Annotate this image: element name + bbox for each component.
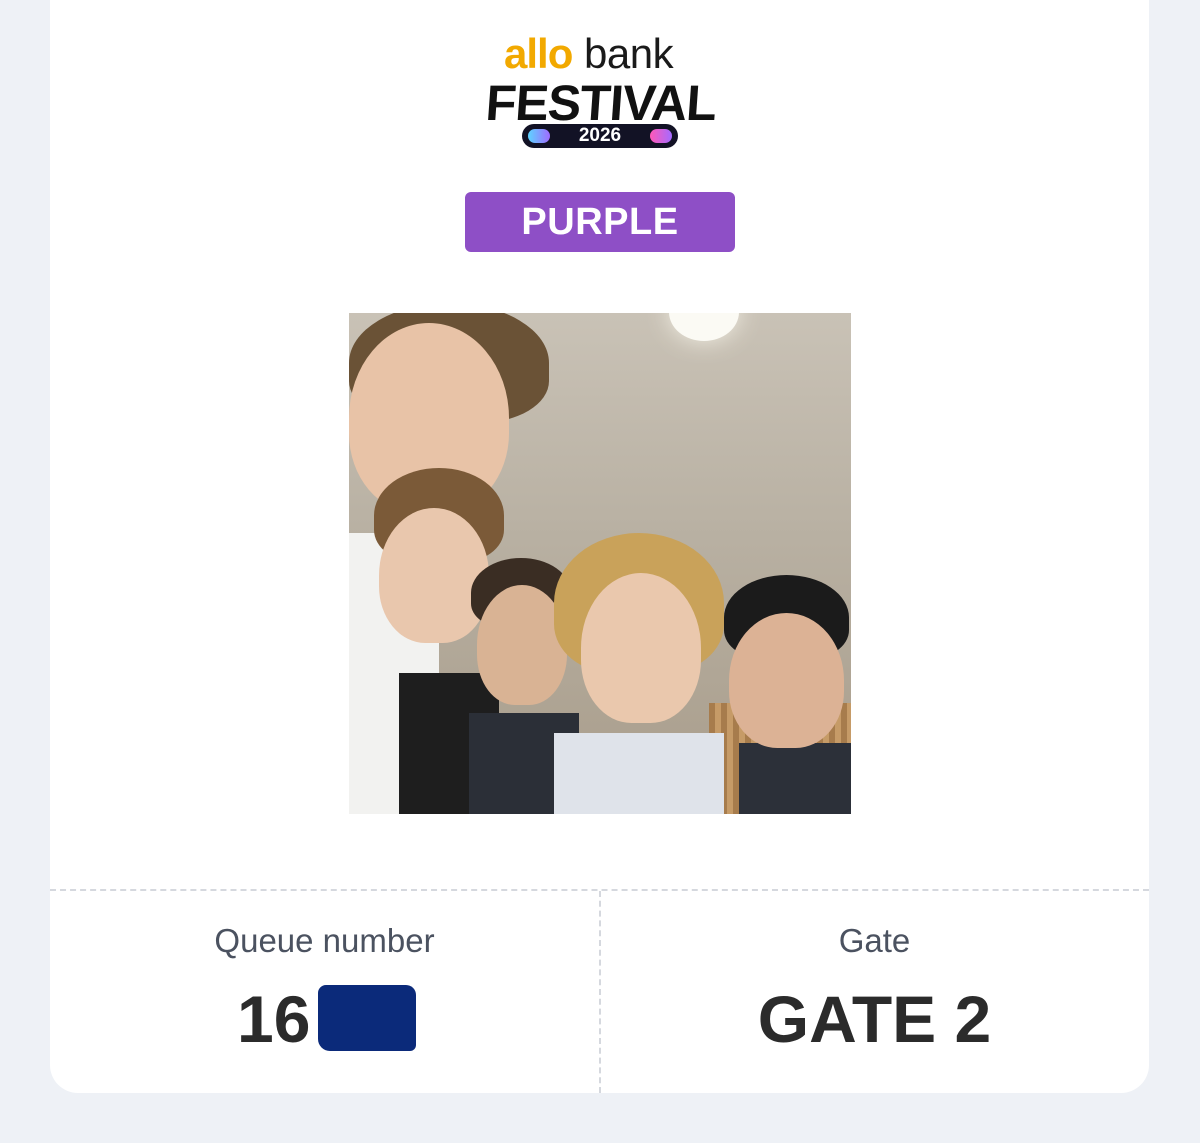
ticket-photo (349, 313, 851, 814)
gate-label: Gate (838, 922, 911, 959)
person-shirt (739, 743, 851, 814)
festival-logo: allo bank FESTIVAL 2026 (484, 30, 726, 150)
person-shirt (554, 733, 724, 814)
person-face (581, 573, 701, 723)
person-face (729, 613, 844, 748)
logo-year-text: 2026 (578, 125, 622, 146)
logo-brand-bank: bank (584, 30, 674, 77)
fast-forward-icon (650, 129, 672, 143)
redaction-mark (318, 985, 416, 1051)
ticket-card: allo bank FESTIVAL 2026 PURPLE Queue num… (50, 0, 1149, 1093)
ceiling-light (669, 313, 739, 341)
gate-value: GATE 2 (757, 982, 992, 1056)
rewind-icon (528, 129, 550, 143)
ticket-category-badge: PURPLE (465, 192, 735, 252)
queue-number-value: 16 (237, 982, 311, 1056)
queue-number-label: Queue number (214, 922, 435, 959)
person-face (379, 508, 489, 643)
logo-brand-allo: allo (504, 30, 573, 77)
logo-year-badge: 2026 (522, 124, 678, 148)
